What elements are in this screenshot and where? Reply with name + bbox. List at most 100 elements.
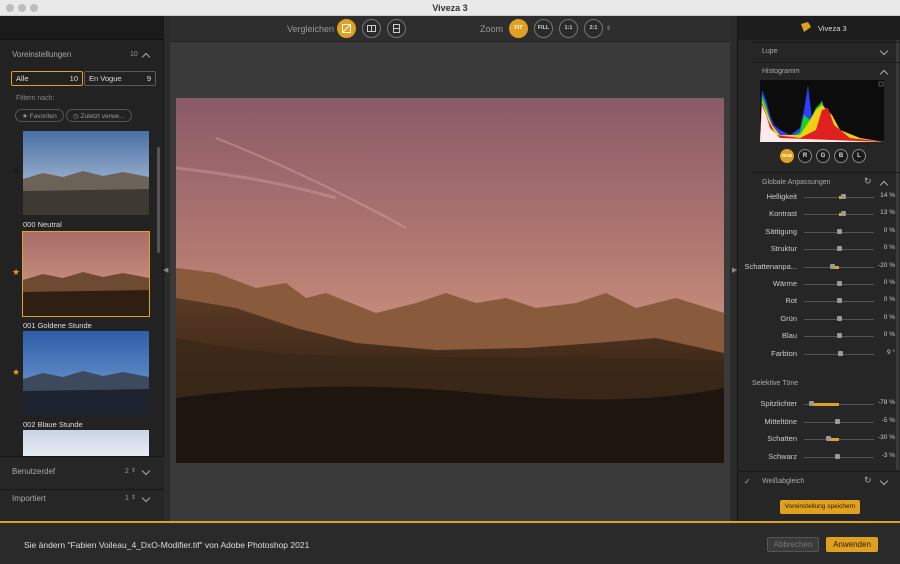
slider-handle[interactable] <box>826 436 831 441</box>
zoom-fit-button[interactable]: FIT <box>509 19 528 38</box>
loupe-section[interactable]: Lupe <box>752 42 900 60</box>
expand-user-defined-icon[interactable] <box>141 466 151 476</box>
preset-item-selected[interactable]: 001 Goldene Stunde <box>22 231 150 330</box>
slider-handle[interactable] <box>829 263 835 269</box>
slider-handle[interactable] <box>841 194 847 199</box>
expand-loupe-icon[interactable] <box>879 46 889 56</box>
slider-handle[interactable] <box>809 401 815 406</box>
slider-handle[interactable] <box>838 350 844 356</box>
channel-b-button[interactable]: B <box>834 149 848 163</box>
slider-label: Struktur <box>770 244 797 254</box>
collapse-left-panel-icon[interactable]: ◀ <box>163 266 168 274</box>
histogram-section[interactable]: Histogramm <box>752 62 900 79</box>
slider-label: Blau <box>781 331 797 341</box>
slider-track[interactable] <box>804 439 874 440</box>
viveza-logo-icon <box>801 22 811 32</box>
slider-label: Wärme <box>772 279 797 288</box>
preview-image[interactable] <box>176 98 724 463</box>
slider-row: Struktur 0 % <box>738 243 900 260</box>
channel-g-button[interactable]: G <box>816 149 830 163</box>
reset-white-balance-icon[interactable]: ↻ <box>864 475 872 486</box>
apply-button[interactable]: Anwenden <box>826 537 878 552</box>
status-message: Sie ändern "Fabien Voileau_4_DxO-Modifie… <box>24 540 310 550</box>
slider-handle[interactable] <box>835 453 841 459</box>
preset-label: 000 Neutral <box>23 220 62 229</box>
favorite-star-icon[interactable]: ★ <box>12 267 20 278</box>
sort-updown-icon[interactable]: ⇕ <box>131 494 136 501</box>
slider-label: Sättigung <box>765 226 797 236</box>
preset-item[interactable]: 002 Blaue Stunde <box>23 331 149 429</box>
slider-track[interactable] <box>804 266 874 268</box>
imported-label: Importiert <box>12 494 46 503</box>
slider-handle[interactable] <box>834 418 840 424</box>
compare-split-button[interactable] <box>337 19 356 38</box>
white-balance-checkbox[interactable]: ✓ <box>744 477 751 486</box>
segment-en-vogue[interactable]: En Vogue 9 <box>84 71 156 86</box>
expand-imported-icon[interactable] <box>141 493 151 503</box>
slider-handle[interactable] <box>836 298 842 304</box>
side-by-side-icon <box>367 25 376 32</box>
zoom-1-1-button[interactable]: 1:1 <box>559 19 578 38</box>
presets-header: Voreinstellungen <box>12 50 72 59</box>
presets-scrollbar[interactable] <box>157 147 160 253</box>
slider-handle[interactable] <box>836 333 842 339</box>
collapse-presets-icon[interactable] <box>141 52 151 62</box>
filter-recent-button[interactable]: ◷ Zuletzt verwe... <box>66 109 132 122</box>
slider-row: Schwarz -3 % <box>738 451 900 468</box>
segment-all-count: 10 <box>69 74 78 83</box>
reset-global-icon[interactable]: ↻ <box>864 176 872 187</box>
expand-white-balance-icon[interactable] <box>879 476 889 486</box>
channel-rgb-button[interactable]: RGB <box>780 149 794 163</box>
slider-value: -20 % <box>878 261 895 269</box>
bottom-bar: Sie ändern "Fabien Voileau_4_DxO-Modifie… <box>0 521 900 564</box>
compare-top-bottom-button[interactable] <box>387 19 406 38</box>
channel-r-button[interactable]: R <box>798 149 812 163</box>
filter-favorites-button[interactable]: ★ Favoriten <box>15 109 64 122</box>
preset-item[interactable]: 000 Neutral <box>23 131 149 229</box>
compare-side-by-side-button[interactable] <box>362 19 381 38</box>
imported-count: 1 <box>125 495 129 502</box>
favorite-star-icon[interactable]: ★ <box>12 166 20 177</box>
slider-handle[interactable] <box>836 315 842 321</box>
left-panel-header <box>0 16 164 40</box>
channel-l-button[interactable]: L <box>852 149 866 163</box>
cancel-button[interactable]: Abbrechen <box>767 537 819 552</box>
segment-all[interactable]: Alle 10 <box>11 71 83 86</box>
zoom-stepper-icon[interactable]: ⇕ <box>606 25 611 32</box>
selective-tones-section[interactable]: Selektive Töne <box>752 374 900 390</box>
slider-value: 0 % <box>883 313 895 321</box>
slider-handle[interactable] <box>836 281 842 286</box>
slider-handle[interactable] <box>841 211 847 217</box>
favorite-star-icon[interactable]: ★ <box>12 367 20 378</box>
white-balance-label: Weißabgleich <box>762 478 805 485</box>
slider-value: 0 % <box>883 244 895 252</box>
preset-thumbnail <box>23 131 149 215</box>
white-balance-section[interactable]: ✓ Weißabgleich ↻ <box>738 471 900 491</box>
imported-section[interactable]: Importiert 1 ⇕ <box>0 489 164 522</box>
save-preset-button[interactable]: Voreinstellung speichern <box>780 500 860 514</box>
preset-thumbnail <box>22 231 150 317</box>
adjustments-panel: Viveza 3 Lupe Histogramm RGB R G B L Glo… <box>737 16 900 521</box>
preview-area: Vergleichen Zoom FIT FILL 1:1 2:1 ⇕ ◀ ▶ <box>163 16 737 521</box>
slider-value: 9 ° <box>886 348 895 356</box>
star-small-icon: ★ <box>22 113 28 120</box>
collapse-global-icon[interactable] <box>879 180 889 190</box>
user-defined-section[interactable]: Benutzerdef 2 ⇕ <box>0 456 164 489</box>
slider-row: Farbton 9 ° <box>738 348 900 365</box>
preset-thumbnail-partial[interactable] <box>23 430 149 456</box>
slider-handle[interactable] <box>836 228 842 234</box>
slider-value: -78 % <box>878 399 895 406</box>
slider-label: Mitteltöne <box>764 416 797 426</box>
zoom-2-1-button[interactable]: 2:1 <box>584 19 603 38</box>
slider-value: 0 % <box>883 279 895 286</box>
zoom-fill-button[interactable]: FILL <box>534 19 553 38</box>
collapse-histogram-icon[interactable] <box>879 69 889 79</box>
global-adjustments-label: Globale Anpassungen <box>762 179 831 186</box>
slider-value: 13 % <box>880 209 895 217</box>
global-adjustments-section[interactable]: Globale Anpassungen ↻ <box>752 172 900 190</box>
sort-updown-icon[interactable]: ⇕ <box>131 467 136 474</box>
slider-row: Blau 0 % <box>738 330 900 347</box>
compare-label: Vergleichen <box>287 24 335 34</box>
slider-value: 0 % <box>883 296 895 304</box>
slider-handle[interactable] <box>836 246 842 252</box>
